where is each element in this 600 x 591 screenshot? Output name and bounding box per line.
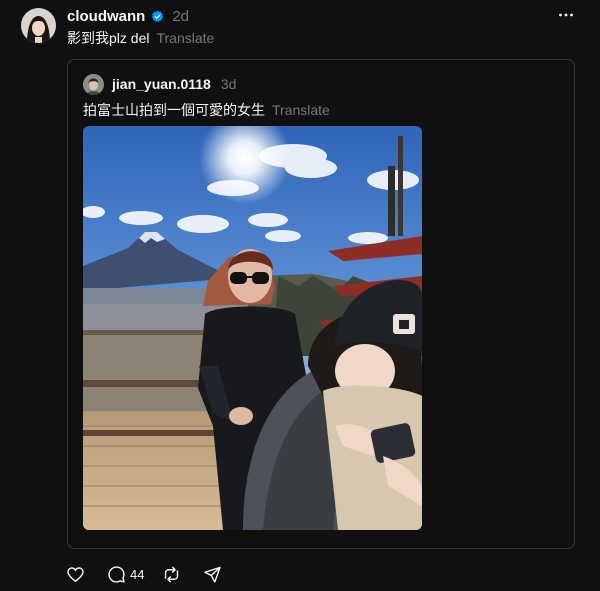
post-photo[interactable] (83, 126, 422, 530)
author-username[interactable]: cloudwann (67, 8, 145, 25)
translate-link[interactable]: Translate (156, 30, 214, 46)
post-caption: 影到我plz del Translate (67, 29, 214, 47)
verified-badge-icon (151, 10, 164, 23)
more-options-icon[interactable] (558, 7, 574, 23)
quoted-caption-text: 拍富士山拍到一個可愛的女生 (83, 102, 265, 118)
like-button[interactable] (66, 565, 89, 584)
post-actions-bar: 44 (66, 563, 244, 585)
post-timestamp: 2d (172, 7, 190, 25)
quoted-author-avatar[interactable] (83, 74, 104, 95)
thread-post: cloudwann 2d 影到我plz del Translate jian_y… (0, 0, 600, 591)
quoted-post-caption: 拍富士山拍到一個可愛的女生 Translate (83, 101, 330, 119)
reply-button[interactable]: 44 (107, 565, 144, 584)
post-caption-text: 影到我plz del (67, 30, 150, 46)
quoted-author-username[interactable]: jian_yuan.0118 (112, 76, 211, 92)
repost-button[interactable] (162, 565, 185, 584)
send-icon (204, 566, 222, 583)
quoted-post[interactable]: jian_yuan.0118 3d 拍富士山拍到一個可愛的女生 Translate (67, 59, 575, 549)
author-avatar[interactable] (21, 8, 56, 43)
reply-count: 44 (130, 566, 145, 582)
post-header: cloudwann 2d (67, 6, 189, 26)
share-button[interactable] (203, 565, 226, 584)
quoted-post-header: jian_yuan.0118 3d (112, 76, 236, 92)
heart-icon (67, 566, 84, 582)
quoted-post-timestamp: 3d (220, 76, 237, 92)
comment-icon (108, 565, 125, 583)
quoted-translate-link[interactable]: Translate (272, 102, 330, 118)
repost-icon (165, 566, 179, 582)
mount-fuji-photo-image (83, 126, 422, 530)
